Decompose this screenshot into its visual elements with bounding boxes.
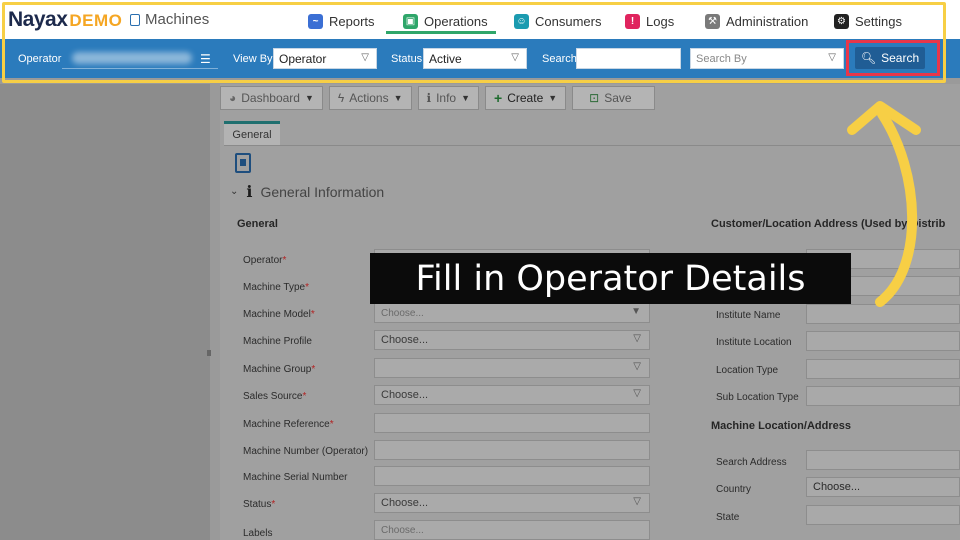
chevron-down-icon: ▽ <box>633 388 641 399</box>
field-label-machine-profile: Machine Profile <box>243 336 312 347</box>
info-icon: i <box>246 182 253 201</box>
panel-splitter-handle[interactable] <box>207 350 211 356</box>
labels-field[interactable]: Choose... <box>374 520 650 540</box>
field-label-country: Country <box>716 484 752 495</box>
field-label-location-type: Location Type <box>716 365 779 376</box>
search-address-field[interactable] <box>806 450 960 470</box>
field-label-machine-type: Machine Type* <box>243 282 309 293</box>
field-label-institute-location: Institute Location <box>716 337 792 348</box>
tutorial-caption: Fill in Operator Details <box>370 253 851 304</box>
machine-serial-number-field[interactable] <box>374 466 650 486</box>
machine-model-select[interactable]: Choose... ▼ <box>374 303 650 323</box>
section-header-general-information[interactable]: ⌄ i General Information <box>230 182 384 201</box>
save-button[interactable]: ⊡ Save <box>572 86 655 110</box>
save-icon: ⊡ <box>589 91 600 105</box>
general-column-heading: General <box>237 218 278 230</box>
chevron-down-icon: ▼ <box>548 93 558 103</box>
state-field[interactable] <box>806 505 960 525</box>
machine-location-heading: Machine Location/Address <box>711 420 851 432</box>
field-label-search-address: Search Address <box>716 457 787 468</box>
actions-button[interactable]: ϟ Actions ▼ <box>328 86 412 110</box>
machine-number-operator-field[interactable] <box>374 440 650 460</box>
machine-reference-field[interactable] <box>374 413 650 433</box>
chevron-down-icon: ▼ <box>461 93 471 103</box>
create-button[interactable]: + Create ▼ <box>485 86 567 110</box>
field-label-operator: Operator* <box>243 255 287 266</box>
chevron-down-icon: ▽ <box>633 361 641 372</box>
dashboard-button[interactable]: ◕ Dashboard ▼ <box>220 86 323 110</box>
machine-profile-select[interactable]: Choose... ▽ <box>374 330 650 350</box>
field-label-machine-number-operator: Machine Number (Operator) <box>243 446 369 457</box>
toolbar: ◕ Dashboard ▼ ϟ Actions ▼ ℹ Info ▼ + Cre… <box>220 86 655 112</box>
chevron-down-icon: ▼ <box>631 306 641 317</box>
chevron-down-icon: ▼ <box>304 93 314 103</box>
field-label-machine-group: Machine Group* <box>243 364 316 375</box>
field-label-machine-model: Machine Model* <box>243 309 315 320</box>
field-label-sub-location-type: Sub Location Type <box>716 392 799 403</box>
field-label-status: Status* <box>243 499 276 510</box>
left-panel <box>0 84 210 540</box>
field-label-machine-reference: Machine Reference* <box>243 419 334 430</box>
institute-location-field[interactable] <box>806 331 960 351</box>
info-icon: ℹ <box>426 91 432 105</box>
location-type-field[interactable] <box>806 359 960 379</box>
field-label-labels: Labels <box>243 528 273 539</box>
field-label-institute-name: Institute Name <box>716 310 781 321</box>
header-highlight-frame <box>2 2 946 83</box>
tab-general[interactable]: General <box>224 121 280 145</box>
chevron-down-icon: ▽ <box>633 496 641 507</box>
field-label-state: State <box>716 512 740 523</box>
chevron-down-icon: ⌄ <box>230 186 239 197</box>
lightning-icon: ϟ <box>337 91 345 105</box>
plus-icon: + <box>494 90 503 106</box>
dashboard-icon: ◕ <box>229 91 237 105</box>
sub-location-type-field[interactable] <box>806 386 960 406</box>
sales-source-select[interactable]: Choose... ▽ <box>374 385 650 405</box>
machine-icon <box>235 153 251 173</box>
chevron-down-icon: ▼ <box>393 93 403 103</box>
field-label-sales-source: Sales Source* <box>243 391 307 402</box>
machine-group-select[interactable]: ▽ <box>374 358 650 378</box>
field-label-machine-serial-number: Machine Serial Number <box>243 472 348 483</box>
chevron-down-icon: ▽ <box>633 333 641 344</box>
country-select[interactable]: Choose... <box>806 477 960 497</box>
status-field-select[interactable]: Choose... ▽ <box>374 493 650 513</box>
info-button[interactable]: ℹ Info ▼ <box>417 86 480 110</box>
